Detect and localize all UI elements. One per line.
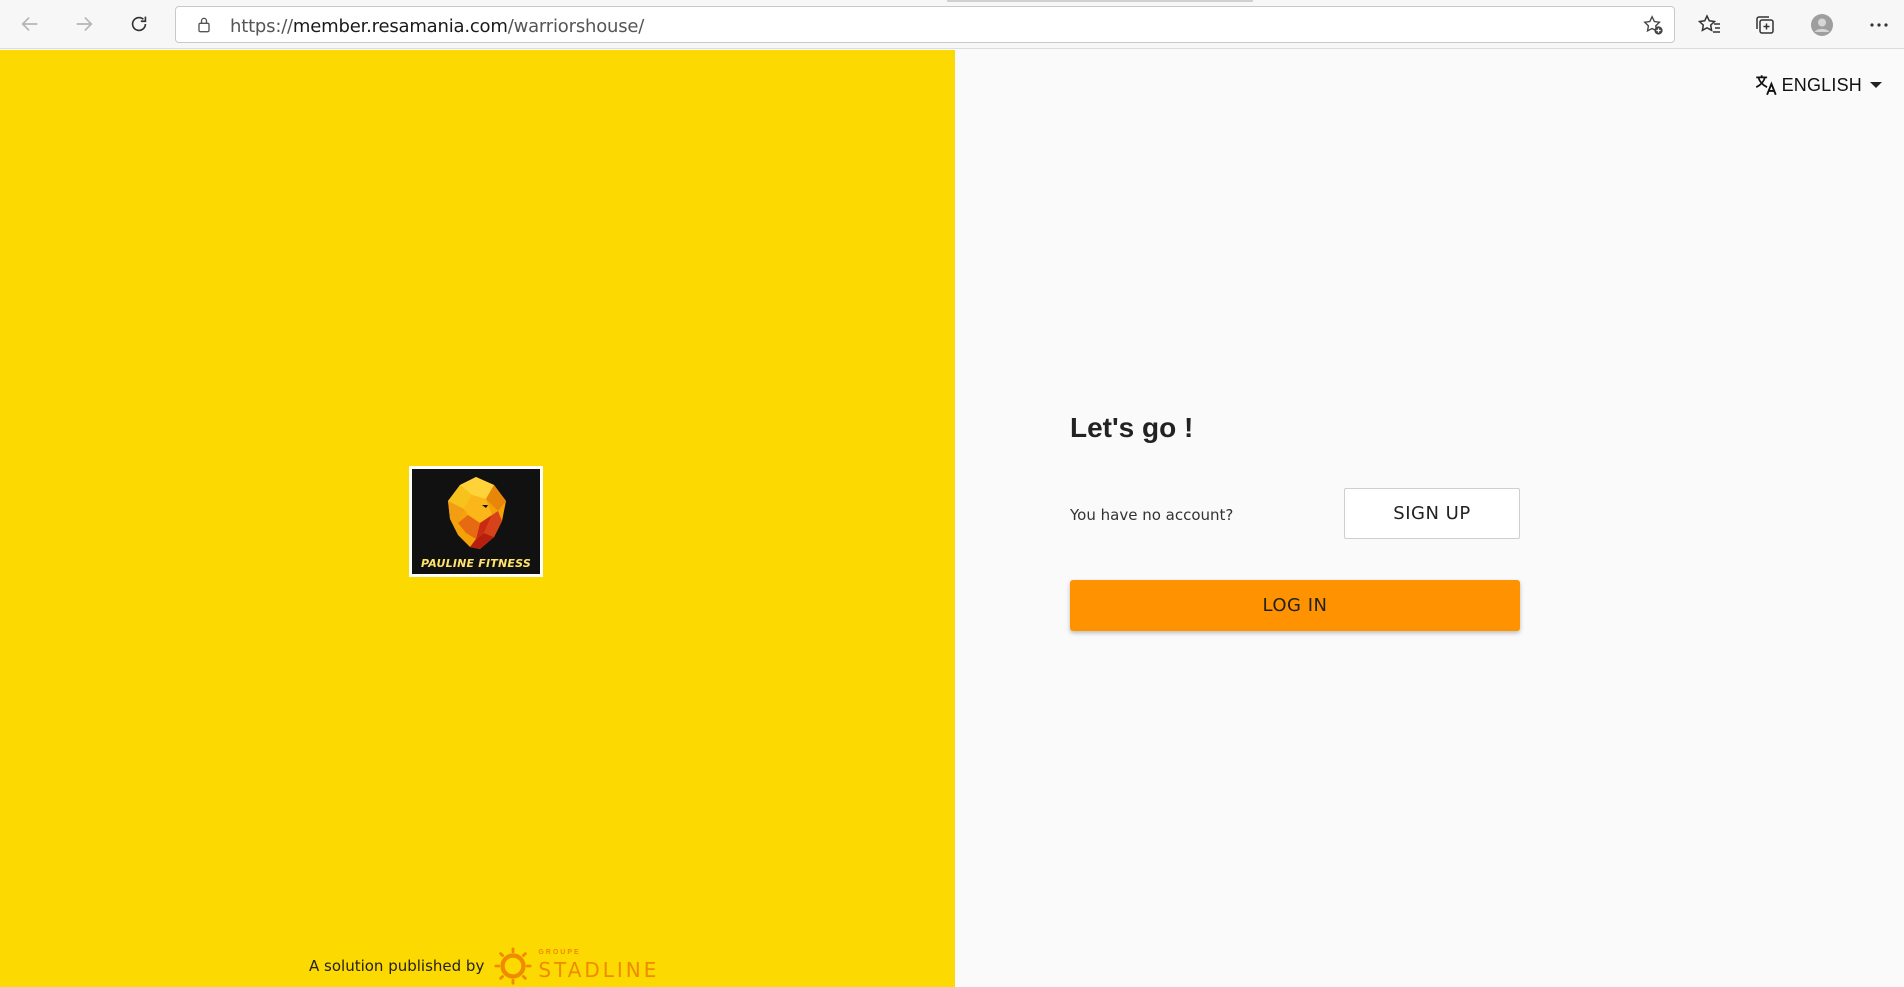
chevron-down-icon bbox=[1870, 82, 1882, 88]
refresh-icon bbox=[131, 16, 147, 32]
lock-icon bbox=[198, 17, 210, 33]
browser-toolbar: https://member.resamania.com/warriorshou… bbox=[0, 0, 1904, 49]
more-icon bbox=[1870, 23, 1888, 27]
lion-icon bbox=[448, 477, 506, 549]
language-label: ENGLISH bbox=[1781, 74, 1862, 95]
avatar-icon bbox=[1811, 14, 1833, 36]
gym-logo-image: PAULINE FITNESS bbox=[412, 469, 540, 574]
tab-strip-edge bbox=[947, 0, 1253, 2]
publisher-group: GROUPE bbox=[538, 949, 581, 956]
gym-logo: PAULINE FITNESS bbox=[409, 466, 543, 577]
add-favorite-icon[interactable] bbox=[1642, 14, 1664, 36]
language-selector[interactable]: ENGLISH bbox=[1753, 72, 1882, 98]
favorites-button[interactable] bbox=[1692, 7, 1728, 43]
stadline-logo[interactable]: GROUPE STADLINE bbox=[494, 946, 656, 986]
brand-panel: PAULINE FITNESS A solution published by … bbox=[0, 50, 955, 987]
no-account-label: You have no account? bbox=[1070, 506, 1234, 524]
refresh-button[interactable] bbox=[121, 6, 157, 42]
page-title: Let's go ! bbox=[1070, 412, 1194, 443]
collections-icon bbox=[1756, 16, 1774, 34]
sign-up-button[interactable]: SIGN UP bbox=[1344, 488, 1520, 539]
settings-menu-button[interactable] bbox=[1861, 7, 1897, 43]
back-button[interactable] bbox=[12, 6, 48, 42]
publisher-name: STADLINE bbox=[538, 958, 660, 982]
profile-button[interactable] bbox=[1804, 7, 1840, 43]
forward-button[interactable] bbox=[66, 6, 102, 42]
url-text: https://member.resamania.com/warriorshou… bbox=[230, 16, 645, 37]
publisher-text: A solution published by bbox=[309, 957, 485, 975]
address-bar[interactable]: https://member.resamania.com/warriorshou… bbox=[175, 6, 1675, 43]
arrow-left-icon bbox=[21, 16, 38, 32]
gym-name: PAULINE FITNESS bbox=[421, 557, 531, 570]
favorites-icon bbox=[1698, 14, 1720, 33]
publisher-credit: A solution published by GROUPE STADLINE bbox=[309, 946, 656, 986]
sun-icon bbox=[494, 947, 532, 985]
log-in-button[interactable]: LOG IN bbox=[1070, 580, 1520, 631]
translate-icon bbox=[1755, 75, 1777, 96]
arrow-right-icon bbox=[76, 16, 93, 32]
auth-panel: ENGLISH Let's go ! You have no account? … bbox=[955, 50, 1904, 987]
collections-button[interactable] bbox=[1747, 7, 1783, 43]
